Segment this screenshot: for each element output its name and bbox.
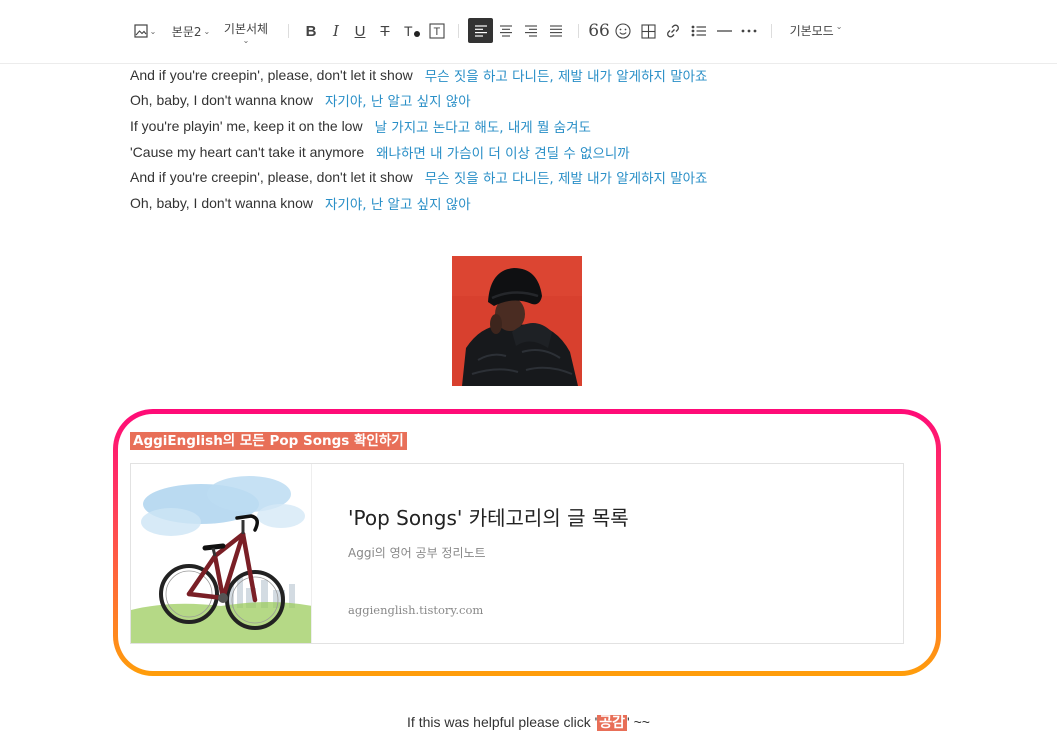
insert-image-button[interactable]: ⌄ [132, 0, 158, 62]
bullet-list-button[interactable] [689, 0, 709, 62]
align-left-button[interactable] [468, 18, 493, 43]
strikethrough-button[interactable]: T [376, 0, 394, 62]
lyric-english: And if you're creepin', please, don't le… [130, 169, 413, 186]
lyric-english: If you're playin' me, keep it on the low [130, 117, 363, 134]
text-background-icon: T [429, 23, 445, 39]
bicycle-illustration [131, 464, 311, 643]
toolbar-divider [771, 24, 772, 38]
bold-button[interactable]: B [302, 0, 320, 62]
italic-button[interactable]: I [327, 0, 345, 62]
chevron-down-icon: ⌄ [203, 26, 211, 36]
strikethrough-icon: T [380, 22, 390, 40]
lyric-korean: 무슨 짓을 하고 다니든, 제발 내가 알게하지 말아죠 [424, 171, 708, 188]
align-justify-button[interactable] [547, 0, 565, 62]
align-right-button[interactable] [522, 0, 540, 62]
editor-toolbar: ⌄ 본문2 ⌄ 기본서체 ⌄ B I U T T T 66 기본모드 ⌄ [0, 0, 1057, 64]
lyric-line: And if you're creepin', please, don't le… [130, 164, 707, 190]
text-color-button[interactable]: T [401, 0, 423, 62]
like-request-text: If this was helpful please click ' 공감 ' ~~ [0, 712, 1057, 732]
smiley-icon [615, 23, 631, 39]
like-highlight: 공감 [597, 715, 628, 731]
lyric-english: And if you're creepin', please, don't le… [130, 66, 413, 83]
lyric-line: Oh, baby, I don't wanna know 자기야, 난 알고 싶지… [130, 88, 707, 114]
lyrics-block: And if you're creepin', please, don't le… [130, 62, 707, 216]
table-button[interactable] [639, 0, 657, 62]
emoticon-button[interactable] [614, 0, 632, 62]
editor-mode-label: 기본모드 [789, 24, 834, 38]
image-icon [134, 24, 148, 38]
underline-icon: U [354, 22, 366, 40]
card-body: 'Pop Songs' 카테고리의 글 목록 Aggi의 영어 공부 정리노트 … [312, 464, 903, 643]
more-icon [741, 29, 757, 33]
align-center-button[interactable] [497, 0, 515, 62]
like-request-prefix: If this was helpful please click ' [407, 714, 598, 730]
lyric-korean: 날 가지고 논다고 해도, 내게 뭘 숨겨도 [374, 119, 591, 136]
link-button[interactable] [664, 0, 682, 62]
editor-mode-select[interactable]: 기본모드 ⌄ [786, 0, 846, 62]
quote-icon: 66 [588, 21, 610, 41]
lyric-line: If you're playin' me, keep it on the low… [130, 113, 707, 139]
paragraph-style-label: 본문2 [171, 24, 202, 39]
lyric-korean: 자기야, 난 알고 싶지 않아 [324, 94, 471, 111]
text-color-icon: T [404, 23, 420, 39]
paragraph-style-select[interactable]: 본문2 ⌄ [170, 0, 212, 62]
lyric-line: And if you're creepin', please, don't le… [130, 62, 707, 88]
like-request-suffix: ' ~~ [627, 714, 650, 730]
chevron-down-icon: ⌄ [242, 35, 250, 45]
toolbar-divider [458, 24, 459, 38]
lyric-line: Oh, baby, I don't wanna know 자기야, 난 알고 싶지… [130, 190, 707, 216]
font-family-select[interactable]: 기본서체 ⌄ [221, 0, 271, 62]
font-family-label: 기본서체 [223, 21, 269, 36]
category-promo-heading: AggiEnglish의 모든 Pop Songs 확인하기 [130, 432, 407, 450]
chevron-down-icon: ⌄ [149, 26, 157, 36]
align-center-icon [500, 25, 512, 37]
card-title[interactable]: 'Pop Songs' 카테고리의 글 목록 [348, 502, 629, 531]
category-link-card[interactable]: 'Pop Songs' 카테고리의 글 목록 Aggi의 영어 공부 정리노트 … [130, 463, 904, 644]
lyric-korean: 자기야, 난 알고 싶지 않아 [324, 196, 471, 213]
card-description: Aggi의 영어 공부 정리노트 [348, 546, 486, 560]
chevron-down-icon: ⌄ [835, 22, 843, 31]
lyric-english: 'Cause my heart can't take it anymore [130, 143, 365, 160]
lyric-korean: 무슨 짓을 하고 다니든, 제발 내가 알게하지 말아죠 [424, 68, 708, 85]
bullet-list-icon [691, 25, 706, 37]
card-url[interactable]: aggienglish.tistory.com [348, 603, 483, 617]
toolbar-divider [288, 24, 289, 38]
album-cover-image[interactable] [452, 256, 582, 386]
lyric-line: 'Cause my heart can't take it anymore 왜냐하… [130, 139, 707, 165]
lyric-korean: 왜냐하면 내 가슴이 더 이상 견딜 수 없으니까 [376, 145, 630, 162]
italic-icon: I [333, 22, 339, 40]
card-thumbnail [131, 464, 312, 643]
align-right-icon [525, 25, 537, 37]
bold-icon: B [305, 22, 317, 40]
svg-text:T: T [434, 26, 441, 38]
link-icon [667, 24, 679, 38]
quote-button[interactable]: 66 [588, 0, 610, 62]
align-justify-icon [550, 25, 562, 37]
more-options-button[interactable] [739, 0, 759, 62]
horizontal-rule-icon [716, 30, 732, 32]
underline-button[interactable]: U [351, 0, 369, 62]
horizontal-rule-button[interactable] [715, 0, 733, 62]
svg-text:T: T [404, 23, 413, 39]
text-background-button[interactable]: T [428, 0, 446, 62]
table-icon [640, 23, 656, 39]
artist-portrait-illustration [452, 256, 582, 386]
lyric-english: Oh, baby, I don't wanna know [130, 92, 313, 109]
align-left-icon [474, 24, 487, 37]
lyric-english: Oh, baby, I don't wanna know [130, 194, 313, 211]
toolbar-divider [578, 24, 579, 38]
